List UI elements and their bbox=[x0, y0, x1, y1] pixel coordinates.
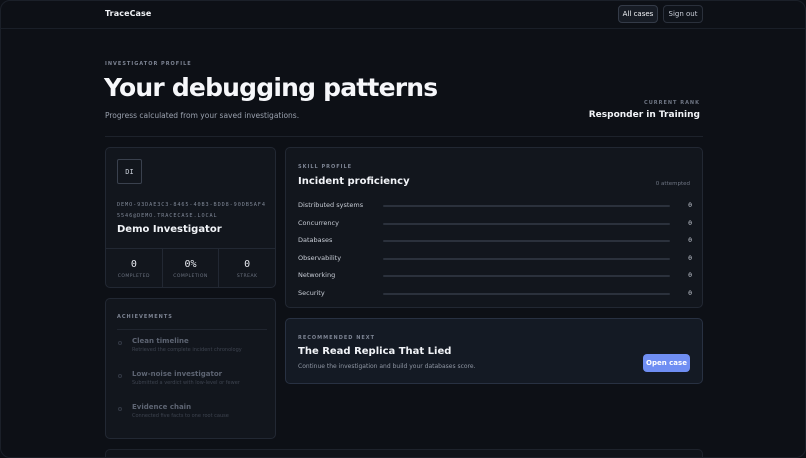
locked-badge-icon bbox=[118, 374, 122, 378]
sign-out-button[interactable]: Sign out bbox=[663, 5, 703, 23]
skill-row: Observability 0 bbox=[298, 254, 692, 264]
stat-label: COMPLETION bbox=[173, 273, 208, 279]
skill-row: Distributed systems 0 bbox=[298, 201, 692, 211]
achievement-name: Clean timeline bbox=[132, 337, 189, 345]
achievement-name: Low-noise investigator bbox=[132, 370, 223, 378]
brand-logo[interactable]: TraceCase bbox=[105, 9, 151, 18]
profile-card: DI DEMO-93DAE3C3-8465-40B3-BDD8-90DB5AF4… bbox=[105, 147, 276, 288]
next-section-card bbox=[105, 449, 703, 457]
skill-name: Distributed systems bbox=[298, 201, 364, 209]
skill-row: Databases 0 bbox=[298, 236, 692, 246]
user-id: DEMO-93DAE3C3-8465-40B3-BDD8-90DB5AF4554… bbox=[117, 202, 266, 219]
achievement-description: Retrieved the complete incident chronolo… bbox=[132, 347, 242, 353]
recommended-subtitle: Continue the investigation and build you… bbox=[298, 363, 476, 370]
recommended-title: The Read Replica That Lied bbox=[298, 346, 452, 357]
stat-value: 0 bbox=[130, 258, 137, 270]
skill-progress-bar bbox=[383, 275, 670, 278]
skill-score: 0 bbox=[688, 218, 692, 227]
recommended-eyebrow: RECOMMENDED NEXT bbox=[298, 335, 376, 341]
profile-stats: 0 COMPLETED 0% COMPLETION 0 STREAK bbox=[106, 248, 275, 288]
stat-streak: 0 STREAK bbox=[219, 249, 275, 288]
skill-name: Concurrency bbox=[298, 218, 339, 227]
hero-divider bbox=[105, 136, 703, 137]
rank-value: Responder in Training bbox=[588, 110, 700, 120]
skill-title: Incident proficiency bbox=[298, 176, 410, 187]
skill-name: Networking bbox=[298, 271, 336, 280]
skill-score: 0 bbox=[688, 289, 692, 297]
skill-progress-bar bbox=[383, 293, 670, 295]
locked-badge-icon bbox=[118, 407, 122, 411]
skill-score: 0 bbox=[688, 271, 692, 280]
stat-value: 0 bbox=[244, 258, 251, 270]
stat-value: 0% bbox=[184, 258, 197, 270]
stat-label: STREAK bbox=[236, 273, 258, 279]
locked-badge-icon bbox=[118, 341, 122, 345]
top-bar: TraceCase All cases Sign out bbox=[1, 1, 805, 29]
avatar: DI bbox=[117, 159, 142, 184]
skill-score: 0 bbox=[688, 201, 692, 209]
stat-completion: 0% COMPLETION bbox=[163, 249, 220, 288]
page-title: Your debugging patterns bbox=[104, 73, 438, 102]
skill-progress-bar bbox=[383, 240, 670, 243]
open-case-button[interactable]: Open case bbox=[643, 354, 690, 372]
achievements-title: ACHIEVEMENTS bbox=[117, 314, 173, 320]
skill-name: Observability bbox=[298, 253, 342, 262]
skill-row: Concurrency 0 bbox=[298, 219, 692, 229]
achievement-description: Connected five facts to one root cause bbox=[132, 413, 229, 419]
skill-progress-bar bbox=[383, 205, 670, 207]
recommended-card: RECOMMENDED NEXT The Read Replica That L… bbox=[285, 318, 703, 384]
skill-score: 0 bbox=[688, 253, 692, 262]
all-cases-button[interactable]: All cases bbox=[618, 5, 658, 23]
skill-eyebrow: SKILL PROFILE bbox=[298, 164, 353, 170]
achievements-card: ACHIEVEMENTS Clean timeline Retrieved th… bbox=[105, 298, 276, 439]
skill-score: 0 bbox=[688, 236, 692, 245]
stat-label: COMPLETED bbox=[117, 273, 150, 279]
achievement-name: Evidence chain bbox=[132, 403, 192, 411]
skill-profile-card: SKILL PROFILE Incident proficiency 0 att… bbox=[285, 147, 703, 308]
skill-name: Security bbox=[298, 289, 325, 297]
achievement-description: Submitted a verdict with low-level or fe… bbox=[132, 380, 240, 386]
skill-name: Databases bbox=[298, 236, 333, 245]
skill-row: Networking 0 bbox=[298, 271, 692, 281]
skill-progress-bar bbox=[383, 222, 670, 225]
attempted-count: 0 attempted bbox=[655, 181, 690, 187]
stat-completed: 0 COMPLETED bbox=[106, 249, 163, 288]
page-subtitle: Progress calculated from your saved inve… bbox=[105, 111, 300, 120]
achievements-divider bbox=[117, 329, 267, 330]
rank-label: CURRENT RANK bbox=[644, 100, 700, 106]
hero-eyebrow: INVESTIGATOR PROFILE bbox=[105, 61, 192, 67]
app-window: TraceCase All cases Sign out INVESTIGATO… bbox=[0, 0, 806, 458]
skill-row: Security 0 bbox=[298, 289, 692, 299]
user-name: Demo Investigator bbox=[117, 224, 222, 235]
skill-progress-bar bbox=[383, 257, 670, 260]
